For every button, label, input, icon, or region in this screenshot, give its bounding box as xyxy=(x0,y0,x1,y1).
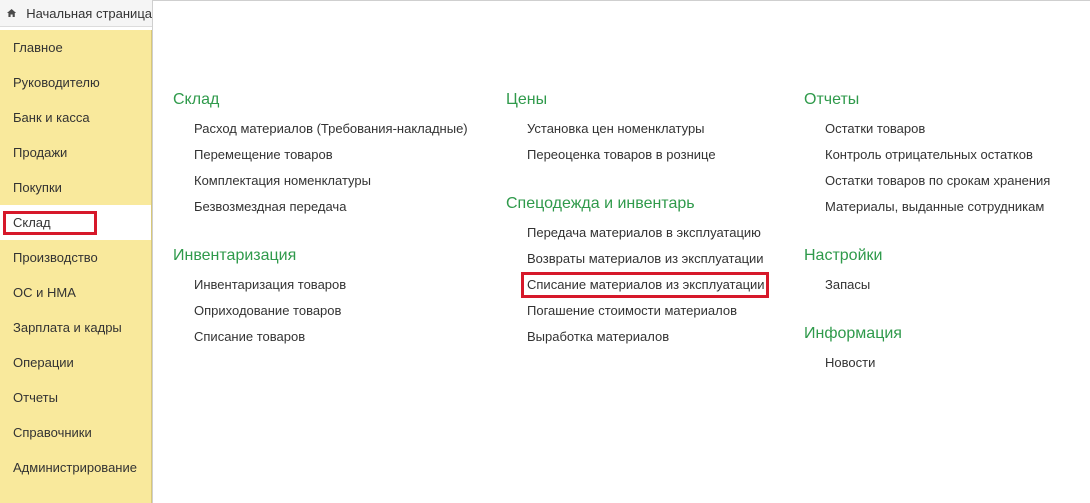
sidebar-item-zarplata-i-kadry[interactable]: Зарплата и кадры xyxy=(0,310,151,345)
link-ustanovka-cen[interactable]: Установка цен номенклатуры xyxy=(527,116,716,142)
sidebar-item-label: Главное xyxy=(13,40,63,55)
sidebar-item-sklad[interactable]: Склад xyxy=(0,205,151,240)
home-tab-label: Начальная страница xyxy=(26,5,152,21)
link-spisanie-tovarov[interactable]: Списание товаров xyxy=(194,324,346,350)
link-vozvraty-materialov[interactable]: Возвраты материалов из эксплуатации xyxy=(527,246,765,272)
sidebar-item-administrirovanie[interactable]: Администрирование xyxy=(0,450,151,485)
link-novosti[interactable]: Новости xyxy=(825,350,902,376)
highlight-box xyxy=(521,272,769,298)
home-icon xyxy=(7,8,17,18)
section-title: Цены xyxy=(506,91,548,108)
section-links: Установка цен номенклатуры Переоценка то… xyxy=(506,116,716,168)
sidebar-item-label: Производство xyxy=(13,250,98,265)
link-pogashenie-stoimosti[interactable]: Погашение стоимости материалов xyxy=(527,298,765,324)
section-links: Новости xyxy=(804,350,902,376)
link-vyrabotka-materialov[interactable]: Выработка материалов xyxy=(527,324,765,350)
sidebar-item-label: Отчеты xyxy=(13,390,58,405)
link-materialy-vydannye[interactable]: Материалы, выданные сотрудникам xyxy=(825,194,1050,220)
sidebar-item-os-i-nma[interactable]: ОС и НМА xyxy=(0,275,151,310)
section-title: Информация xyxy=(804,325,902,342)
section-informaciya: Информация Новости xyxy=(804,323,902,376)
link-spisanie-materialov[interactable]: Списание материалов из эксплуатации xyxy=(521,272,769,298)
link-komplektaciya-nomenklatury[interactable]: Комплектация номенклатуры xyxy=(194,168,468,194)
link-ostatki-po-srokam[interactable]: Остатки товаров по срокам хранения xyxy=(825,168,1050,194)
section-inventarizaciya: Инвентаризация Инвентаризация товаров Оп… xyxy=(173,245,346,350)
link-kontrol-otricatelnyh[interactable]: Контроль отрицательных остатков xyxy=(825,142,1050,168)
section-ceny: Цены Установка цен номенклатуры Переоцен… xyxy=(506,89,716,168)
sidebar-item-label: Зарплата и кадры xyxy=(13,320,122,335)
content-top-border xyxy=(152,0,1090,3)
sidebar-item-label: Руководителю xyxy=(13,75,100,90)
link-peredacha-materialov[interactable]: Передача материалов в эксплуатацию xyxy=(527,220,765,246)
link-zapasy[interactable]: Запасы xyxy=(825,272,882,298)
sidebar-item-rukovoditelyu[interactable]: Руководителю xyxy=(0,65,151,100)
section-links: Остатки товаров Контроль отрицательных о… xyxy=(804,116,1050,220)
section-title: Инвентаризация xyxy=(173,247,297,264)
sidebar-item-glavnoe[interactable]: Главное xyxy=(0,30,151,65)
home-tab[interactable]: Начальная страница xyxy=(0,0,152,27)
sidebar-item-label: Банк и касса xyxy=(13,110,90,125)
sidebar-item-operacii[interactable]: Операции xyxy=(0,345,151,380)
section-title: Отчеты xyxy=(804,91,860,108)
sidebar: Главное Руководителю Банк и касса Продаж… xyxy=(0,30,152,503)
section-title: Склад xyxy=(173,91,220,108)
sidebar-item-otchety[interactable]: Отчеты xyxy=(0,380,151,415)
section-nastroyki: Настройки Запасы xyxy=(804,245,882,298)
sidebar-item-label: Справочники xyxy=(13,425,92,440)
section-sklad: Склад Расход материалов (Требования-накл… xyxy=(173,89,468,220)
sidebar-item-prodazhi[interactable]: Продажи xyxy=(0,135,151,170)
section-links: Передача материалов в эксплуатацию Возвр… xyxy=(506,220,769,350)
sidebar-item-label: Продажи xyxy=(13,145,68,160)
sidebar-item-pokupki[interactable]: Покупки xyxy=(0,170,151,205)
app-window: Начальная страница Главное Руководителю … xyxy=(0,0,1090,503)
link-pereocenka-tovarov[interactable]: Переоценка товаров в рознице xyxy=(527,142,716,168)
sidebar-item-proizvodstvo[interactable]: Производство xyxy=(0,240,151,275)
section-links: Запасы xyxy=(804,272,882,298)
highlight-box xyxy=(3,211,97,235)
link-ostatki-tovarov[interactable]: Остатки товаров xyxy=(825,116,1050,142)
section-specodezhda: Спецодежда и инвентарь Передача материал… xyxy=(506,193,769,350)
sidebar-item-label: ОС и НМА xyxy=(13,285,76,300)
section-title: Настройки xyxy=(804,247,883,264)
section-title: Спецодежда и инвентарь xyxy=(506,195,695,212)
sidebar-item-bank-i-kassa[interactable]: Банк и касса xyxy=(0,100,151,135)
sidebar-item-label: Покупки xyxy=(13,180,62,195)
section-links: Инвентаризация товаров Оприходование тов… xyxy=(173,272,346,350)
link-rashod-materialov[interactable]: Расход материалов (Требования-накладные) xyxy=(194,116,468,142)
link-inventarizaciya-tovarov[interactable]: Инвентаризация товаров xyxy=(194,272,346,298)
sidebar-item-label: Операции xyxy=(13,355,74,370)
section-links: Расход материалов (Требования-накладные)… xyxy=(173,116,468,220)
link-oprihodovanie-tovarov[interactable]: Оприходование товаров xyxy=(194,298,346,324)
section-otchety: Отчеты Остатки товаров Контроль отрицате… xyxy=(804,89,1050,220)
sidebar-item-spravochniki[interactable]: Справочники xyxy=(0,415,151,450)
link-peremeshchenie-tovarov[interactable]: Перемещение товаров xyxy=(194,142,468,168)
link-bezvozmezdnaya-peredacha[interactable]: Безвозмездная передача xyxy=(194,194,468,220)
sidebar-item-label: Администрирование xyxy=(13,460,137,475)
content-left-border xyxy=(152,0,153,503)
